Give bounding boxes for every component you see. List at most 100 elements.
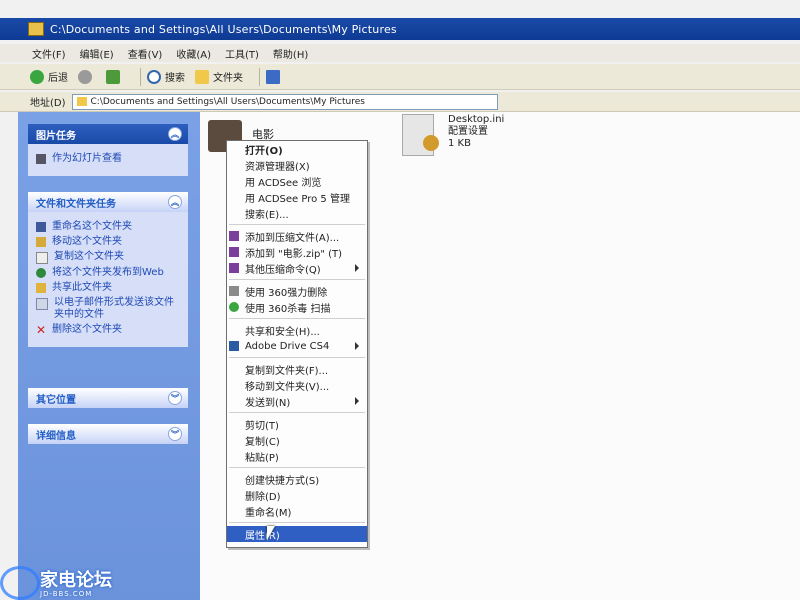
submenu-arrow-icon [355,342,359,350]
desktop-screen: C:\Documents and Settings\All Users\Docu… [0,0,800,600]
address-value: C:\Documents and Settings\All Users\Docu… [90,96,365,107]
menu-separator [229,279,365,280]
picture-tasks-panel: 图片任务 ︽ 作为幻灯片查看 [28,124,188,176]
task-label: 作为幻灯片查看 [52,153,122,164]
menu-item-label: 使用 360杀毒 扫描 [245,303,331,315]
menu-item-360-scan[interactable]: 使用 360杀毒 扫描 [227,299,367,315]
copy-icon [36,252,48,264]
share-folder-icon [36,283,46,293]
menu-item-explore[interactable]: 资源管理器(X) [227,157,367,173]
task-label: 将这个文件夹发布到Web [52,267,164,278]
menu-item-add-archive[interactable]: 添加到压缩文件(A)... [227,228,367,244]
file-tasks-header[interactable]: 文件和文件夹任务 ︽ [28,192,188,212]
task-label: 以电子邮件形式发送该文件夹中的文件 [54,297,174,320]
picture-tasks-title: 图片任务 [36,130,76,142]
file-info: Desktop.ini 配置设置 1 KB [448,114,504,156]
menu-item-other-compress[interactable]: 其他压缩命令(Q) [227,260,367,276]
folders-icon [195,69,209,84]
menu-separator [229,318,365,319]
menu-item-send-to[interactable]: 发送到(N) [227,393,367,409]
menu-item-search[interactable]: 搜索(E)... [227,205,367,221]
views-button[interactable] [266,69,284,84]
expand-chevron-icon[interactable]: ︾ [168,427,182,441]
menu-item-delete[interactable]: 删除(D) [227,487,367,503]
other-places-header[interactable]: 其它位置 ︾ [28,388,188,408]
folders-label: 文件夹 [213,73,243,84]
context-menu: 打开(O) 资源管理器(X) 用 ACDSee 浏览 用 ACDSee Pro … [226,140,368,548]
menu-item-add-zip[interactable]: 添加到 "电影.zip" (T) [227,244,367,260]
window-title: C:\Documents and Settings\All Users\Docu… [50,22,397,36]
menu-separator [229,467,365,468]
details-header[interactable]: 详细信息 ︾ [28,424,188,444]
move-task[interactable]: 移动这个文件夹 [36,236,180,248]
back-arrow-icon [30,69,44,84]
picture-tasks-header[interactable]: 图片任务 ︽ [28,124,188,144]
menu-tools[interactable]: 工具(T) [225,46,259,61]
menu-separator [229,412,365,413]
collapse-chevron-icon[interactable]: ︽ [168,195,182,209]
file-item-desktop-ini[interactable]: Desktop.ini 配置设置 1 KB [402,114,504,156]
rename-task[interactable]: 重命名这个文件夹 [36,221,180,233]
search-label: 搜索 [165,73,185,84]
toolbar: 后退 搜索 文件夹 [0,64,800,90]
watermark-sub: JD-BBS.COM [40,590,93,598]
winrar-icon [229,247,239,257]
menu-favorites[interactable]: 收藏(A) [176,46,211,61]
copy-task[interactable]: 复制这个文件夹 [36,251,180,264]
menu-edit[interactable]: 编辑(E) [80,46,114,61]
menu-item-acdsee-browse[interactable]: 用 ACDSee 浏览 [227,173,367,189]
back-label: 后退 [48,73,68,84]
watermark-text: 家电论坛 [40,570,112,591]
publish-web-task[interactable]: 将这个文件夹发布到Web [36,267,180,279]
menu-item-copy-to[interactable]: 复制到文件夹(F)... [227,361,367,377]
winrar-icon [229,231,239,241]
menu-item-360-shred[interactable]: 使用 360强力删除 [227,283,367,299]
file-tasks-body: 重命名这个文件夹 移动这个文件夹 复制这个文件夹 将这个文件夹发布到Web 共享… [28,212,188,347]
delete-task[interactable]: ✕ 删除这个文件夹 [36,324,180,336]
menu-item-move-to[interactable]: 移动到文件夹(V)... [227,377,367,393]
menu-item-copy[interactable]: 复制(C) [227,432,367,448]
menu-item-sharing[interactable]: 共享和安全(H)... [227,322,367,338]
menu-item-create-shortcut[interactable]: 创建快捷方式(S) [227,471,367,487]
menu-item-adobe-drive[interactable]: Adobe Drive CS4 [227,338,367,354]
collapse-chevron-icon[interactable]: ︽ [168,127,182,141]
menu-item-rename[interactable]: 重命名(M) [227,503,367,519]
views-icon [266,69,280,84]
expand-chevron-icon[interactable]: ︾ [168,391,182,405]
forward-button[interactable] [78,69,96,84]
search-button[interactable]: 搜索 [147,69,185,84]
folders-button[interactable]: 文件夹 [195,69,243,84]
share-task[interactable]: 共享此文件夹 [36,282,180,294]
menu-item-acdsee-manage[interactable]: 用 ACDSee Pro 5 管理 [227,189,367,205]
task-label: 重命名这个文件夹 [52,221,132,232]
slideshow-task[interactable]: 作为幻灯片查看 [36,153,180,165]
up-button[interactable] [106,69,124,84]
menu-file[interactable]: 文件(F) [32,46,66,61]
toolbar-divider [140,67,141,86]
back-button[interactable]: 后退 [30,69,68,84]
address-label: 地址(D) [30,98,66,109]
address-field[interactable]: C:\Documents and Settings\All Users\Docu… [71,93,498,110]
menu-item-cut[interactable]: 剪切(T) [227,416,367,432]
menu-item-paste[interactable]: 粘贴(P) [227,448,367,464]
watermark: 家电论坛 JD-BBS.COM [6,566,112,598]
email-task[interactable]: 以电子邮件形式发送该文件夹中的文件 [36,297,180,321]
window-titlebar[interactable]: C:\Documents and Settings\All Users\Docu… [0,18,800,40]
mouse-cursor-icon [267,526,275,540]
rename-icon [36,222,46,232]
move-icon [36,237,46,247]
file-tasks-title: 文件和文件夹任务 [36,198,116,210]
file-type: 配置设置 [448,126,488,137]
menu-item-open[interactable]: 打开(O) [227,141,367,157]
email-icon [36,298,48,310]
folder-icon [76,97,87,106]
task-pane: 图片任务 ︽ 作为幻灯片查看 文件和文件夹任务 ︽ 重命名这个文件夹 移动这个文… [18,112,200,600]
submenu-arrow-icon [355,397,359,405]
task-label: 删除这个文件夹 [52,324,122,335]
menu-view[interactable]: 查看(V) [128,46,163,61]
menu-help[interactable]: 帮助(H) [273,46,308,61]
other-places-panel: 其它位置 ︾ [28,388,188,408]
config-file-icon [402,114,439,156]
menu-item-label: 添加到压缩文件(A)... [245,232,340,244]
menu-item-properties[interactable]: 属性(R) [227,526,367,542]
